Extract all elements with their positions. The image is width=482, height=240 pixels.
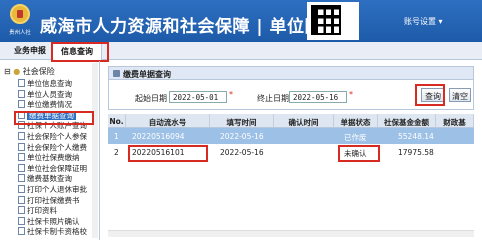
serial-number: 20220516094 [132,132,185,141]
tree-root-social-insurance[interactable]: ⊟ ● 社会保险 [4,66,55,77]
highlight-box [51,42,109,62]
logo-text: 贵州人社 [9,29,31,36]
document-icon [18,174,25,183]
folder-icon: ● [13,67,21,76]
sidebar-item-label: 打印社保缴费书 [27,195,80,205]
fund-amount: 17975.58 [398,148,434,157]
required-mark: * [349,90,353,99]
highlight-box [338,145,380,162]
sidebar-scrollbar[interactable] [92,63,98,238]
site-title: 威海市人力资源和社会保障 | 单位网上 [40,17,340,37]
table-row[interactable]: 1 20220516094 2022-05-16 已作废 55248.14 [108,128,474,144]
sidebar-item-label: 单位社会保障证明 [27,163,87,173]
sidebar-item-label: 单位社保费缴纳 [27,153,80,163]
sidebar-item[interactable]: 打印社保缴费书 [18,195,80,206]
sidebar-item[interactable]: 缴费基数查询 [18,173,72,184]
document-icon [18,195,25,204]
sidebar-item[interactable]: 社保卡制卡资格校 [18,226,87,237]
app-header: 贵州人社 威海市人力资源和社会保障 | 单位网上 账号设置 ▾ [0,0,482,56]
document-icon [18,89,25,98]
sidebar-item[interactable]: 单位人员查询 [18,89,72,100]
receipt-status: 已作废 [344,133,367,142]
end-date-input[interactable]: 2022-05-16 [289,91,347,103]
panel-icon [113,70,120,77]
sidebar-item[interactable]: 单位社保费缴纳 [18,152,80,163]
clear-button[interactable]: 清空 [449,88,471,102]
sidebar-item-label: 单位缴费情况 [27,100,72,110]
column-header[interactable]: 确认时间 [274,114,334,128]
document-icon [18,206,25,215]
site-logo[interactable]: 贵州人社 [6,2,34,40]
sidebar-item-label: 打印资料 [27,206,57,216]
emblem-icon [10,4,30,24]
column-header[interactable]: 财政基 [436,114,474,128]
document-icon [18,142,25,151]
highlight-box [128,145,208,162]
sidebar-item[interactable]: 社保卡照片确认 [18,216,80,227]
column-header[interactable]: 填写时间 [210,114,274,128]
document-icon [18,216,25,225]
column-header[interactable]: No. [108,114,126,128]
sidebar-item[interactable]: 社会保险个人参保 [18,131,87,142]
sidebar-item[interactable]: 社会保险个人缴费 [18,142,87,153]
row-number: 1 [114,132,119,141]
sidebar-item[interactable]: 单位信息查询 [18,78,72,89]
required-mark: * [229,90,233,99]
account-settings-menu[interactable]: 账号设置 ▾ [404,16,443,27]
end-date-label: 终止日期 [257,94,289,103]
sidebar-item[interactable]: 单位缴费情况 [18,99,72,110]
document-icon [18,227,25,236]
table-horizontal-scrollbar[interactable] [108,230,474,237]
document-icon [18,132,25,140]
panel-title: 缴费单据查询 [108,66,474,80]
document-icon [18,100,25,109]
sidebar-item-label: 社会保险个人参保 [27,132,87,141]
start-date-input[interactable]: 2022-05-01 [169,91,227,103]
sidebar-item-label: 单位人员查询 [27,89,72,99]
column-header[interactable]: 社保基金金额 [378,114,436,128]
start-date-label: 起始日期 [135,94,167,103]
highlight-box [14,111,94,125]
sidebar-item-label: 社保卡照片确认 [27,216,80,226]
document-icon [18,79,25,87]
sidebar-item-label: 社保卡制卡资格校 [27,227,87,237]
document-icon [18,153,25,162]
column-header[interactable]: 自动流水号 [126,114,210,128]
column-header[interactable]: 单据状态 [334,114,378,128]
sidebar-item[interactable]: 单位社会保障证明 [18,163,87,174]
tree-root-label: 社会保险 [22,67,55,76]
sidebar-item-label: 单位信息查询 [27,79,72,88]
fill-time: 2022-05-16 [220,132,264,141]
sidebar-item[interactable]: 打印资料 [18,205,57,216]
qr-code-popup [307,2,359,56]
fund-amount: 55248.14 [398,132,434,141]
sidebar-item[interactable]: 打印个人退休审批 [18,184,87,195]
document-icon [18,185,25,193]
fill-time: 2022-05-16 [220,148,264,157]
document-icon [18,163,25,172]
sidebar-item-label: 社会保险个人缴费 [27,142,87,152]
panel-title-text: 缴费单据查询 [123,70,171,79]
highlight-box [415,84,445,106]
row-number: 2 [114,148,119,157]
sidebar-item-label: 打印个人退休审批 [27,185,87,194]
tab-business-declaration[interactable]: 业务申报 [14,45,46,56]
qr-code-icon [311,5,341,35]
collapse-icon[interactable]: ⊟ [4,67,11,76]
sidebar: ⊟ ● 社会保险 单位信息查询 单位人员查询 单位缴费情况 缴费单据查询 社保个人账户查… [0,61,100,240]
sidebar-item-label: 缴费基数查询 [27,174,72,184]
